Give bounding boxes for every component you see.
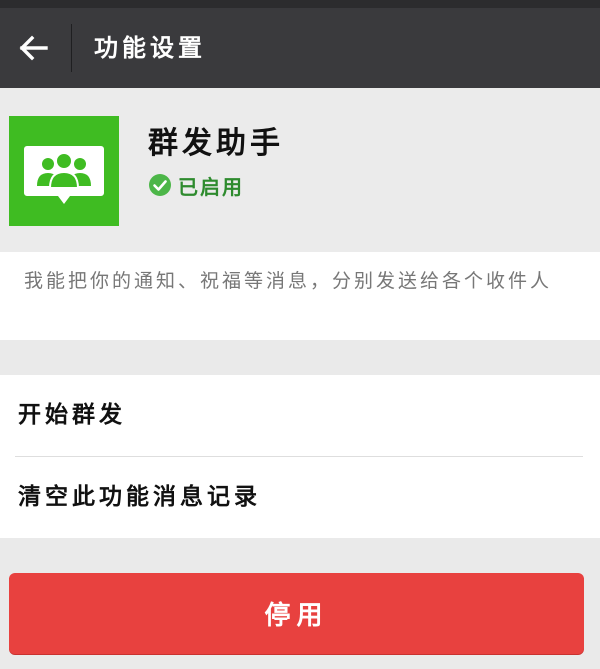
status-text: 已启用 xyxy=(178,174,244,199)
start-broadcast-item[interactable]: 开始群发 xyxy=(0,375,600,455)
clear-history-item[interactable]: 清空此功能消息记录 xyxy=(0,457,600,537)
start-broadcast-label: 开始群发 xyxy=(18,402,126,428)
navigation-bar: 功能设置 xyxy=(0,8,600,88)
app-name: 群发助手 xyxy=(148,126,284,161)
menu-list: 开始群发 清空此功能消息记录 xyxy=(0,375,600,538)
clear-history-label: 清空此功能消息记录 xyxy=(18,484,261,510)
page-title: 功能设置 xyxy=(94,34,206,62)
app-icon-tile xyxy=(9,116,119,226)
back-button[interactable] xyxy=(0,8,66,88)
status-bar-strip xyxy=(0,0,600,8)
disable-button-label: 停用 xyxy=(264,601,329,631)
description-text: 我能把你的通知、祝福等消息，分别发送给各个收件人 xyxy=(24,270,553,292)
navbar-divider xyxy=(71,24,72,72)
check-circle-icon xyxy=(149,174,171,196)
app-header: 群发助手 已启用 xyxy=(0,88,600,252)
status-badge: 已启用 xyxy=(148,172,244,199)
arrow-left-icon xyxy=(19,35,48,61)
description-block: 我能把你的通知、祝福等消息，分别发送给各个收件人 xyxy=(0,252,600,340)
group-chat-icon xyxy=(24,146,104,204)
disable-button[interactable]: 停用 xyxy=(9,573,584,654)
